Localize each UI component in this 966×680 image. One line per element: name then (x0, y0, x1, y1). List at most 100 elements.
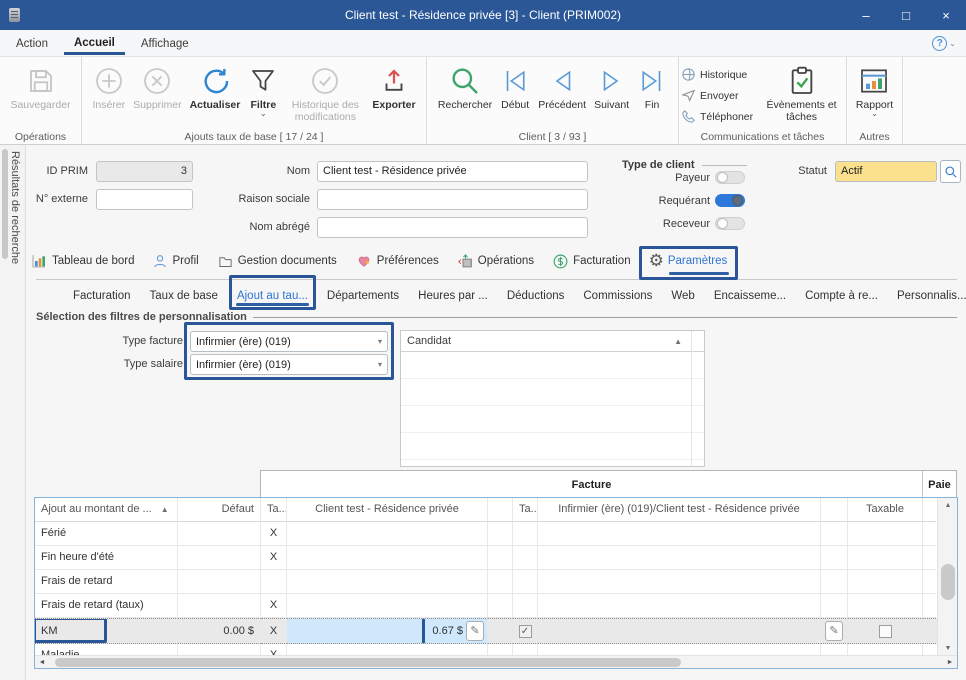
taxe-checkbox-checked[interactable]: ✓ (519, 625, 532, 638)
subtab-commissions[interactable]: Commissions (582, 288, 653, 304)
tab-parametres[interactable]: ⚙ Paramètres (647, 250, 730, 272)
send-link[interactable]: Envoyer (681, 85, 753, 106)
column-header-client[interactable]: Client test - Résidence privée (287, 498, 488, 522)
scroll-down-arrow[interactable]: ▼ (938, 641, 958, 656)
ribbon-group-operations: Sauvegarder Opérations (0, 57, 82, 144)
subtab-ajout-au-taux[interactable]: Ajout au tau... (236, 288, 309, 304)
delete-button[interactable]: Supprimer (129, 60, 185, 114)
vertical-scroll-thumb[interactable] (941, 564, 955, 600)
candidat-list[interactable]: Candidat ▲ (400, 330, 705, 467)
tab-gestion-documents[interactable]: Gestion documents (215, 251, 339, 272)
edit-rate-button[interactable]: ✎ (466, 621, 484, 641)
km-taxable-cell[interactable] (848, 618, 923, 644)
group-caption-communications: Communications et tâches (679, 131, 846, 143)
column-header-ajout[interactable]: Ajout au montant de ... ▲ (35, 498, 178, 522)
previous-record-button[interactable]: Précédent (534, 60, 590, 114)
main-tab-bar: Tableau de bord Profil Gestion documents… (28, 243, 729, 279)
subtab-departements[interactable]: Départements (326, 288, 400, 304)
edit-infirmier-rate-button[interactable]: ✎ (825, 621, 843, 641)
km-infirmier-cell[interactable] (538, 618, 821, 644)
km-client-rate-cell[interactable]: 0.67 $ ✎ (287, 618, 488, 644)
ribbon-tab-action[interactable]: Action (6, 33, 58, 53)
insert-button[interactable]: Insérer (88, 60, 129, 114)
search-results-panel-tab[interactable]: Résultats de recherche (0, 145, 26, 680)
tab-tableau-de-bord[interactable]: Tableau de bord (28, 250, 136, 272)
column-header-taxable[interactable]: Taxable (848, 498, 923, 522)
statut-lookup-button[interactable] (940, 160, 961, 183)
column-header-spacer (923, 498, 936, 522)
toggle-knob (717, 218, 728, 229)
minimize-button[interactable]: – (846, 0, 886, 30)
filter-button[interactable]: Filtre ⌄ (244, 60, 282, 119)
report-icon (858, 63, 890, 99)
column-header-defaut[interactable]: Défaut (178, 498, 261, 522)
numero-externe-field[interactable] (96, 189, 193, 210)
help-button[interactable]: ? ⌄ (932, 36, 956, 51)
export-button[interactable]: Exporter (368, 60, 419, 114)
tab-operations[interactable]: Opérations (455, 250, 536, 272)
km-edit2-cell[interactable]: ✎ (821, 618, 848, 644)
scroll-up-arrow[interactable]: ▲ (938, 498, 958, 513)
ribbon-tab-accueil[interactable]: Accueil (64, 32, 125, 55)
type-salaire-combo[interactable]: Infirmier (ère) (019) ▾ (190, 354, 388, 375)
subtab-personnalisation[interactable]: Personnalis... (896, 288, 966, 304)
list-item (401, 379, 704, 406)
subtab-deductions[interactable]: Déductions (506, 288, 566, 304)
table-row[interactable]: Férié X (35, 522, 957, 546)
subtab-heures-par[interactable]: Heures par ... (417, 288, 489, 304)
subtab-web[interactable]: Web (670, 288, 695, 304)
save-button[interactable]: Sauvegarder (6, 60, 74, 114)
history-link[interactable]: Historique (681, 64, 753, 85)
search-button[interactable]: Rechercher (434, 60, 496, 114)
history-modifications-button[interactable]: Historique des modifications (282, 60, 368, 126)
nom-field[interactable]: Client test - Résidence privée (317, 161, 588, 182)
candidat-list-header[interactable]: Candidat ▲ (401, 331, 704, 352)
column-header-taxe2[interactable]: Ta... (513, 498, 538, 522)
maximize-button[interactable]: □ (886, 0, 926, 30)
next-record-button[interactable]: Suivant (590, 60, 633, 114)
payeur-toggle[interactable] (715, 171, 745, 184)
table-row[interactable]: Frais de retard (35, 570, 957, 594)
grid-vertical-scrollbar[interactable]: ▲ ▼ (937, 498, 957, 656)
type-facture-combo[interactable]: Infirmier (ère) (019) ▾ (190, 331, 388, 352)
subtab-compte-a-recevoir[interactable]: Compte à re... (804, 288, 879, 304)
tab-facturation[interactable]: Facturation (550, 250, 633, 273)
km-label-cell[interactable]: KM (35, 618, 178, 644)
list-item (401, 352, 704, 379)
column-header-taxe1[interactable]: Ta... (261, 498, 287, 522)
nom-abrege-field[interactable] (317, 217, 588, 238)
horizontal-scroll-thumb[interactable] (55, 658, 681, 667)
chevron-down-icon: ⌄ (871, 111, 878, 116)
id-prim-label: ID PRIM (36, 165, 88, 177)
km-taxe1-cell[interactable]: X (261, 618, 287, 644)
refresh-button[interactable]: Actualiser (186, 60, 245, 114)
receveur-toggle[interactable] (715, 217, 745, 230)
scroll-right-arrow[interactable]: ► (943, 656, 957, 669)
last-record-button[interactable]: Fin (633, 60, 671, 114)
table-row-selected-km[interactable]: KM 0.00 $ X 0.67 $ ✎ ✓ ✎ (35, 618, 957, 644)
requerant-toggle[interactable] (715, 194, 745, 207)
km-taxe2-cell[interactable]: ✓ (513, 618, 538, 644)
dollar-icon (552, 253, 569, 270)
report-button[interactable]: Rapport ⌄ (852, 60, 897, 119)
phone-link[interactable]: Téléphoner (681, 106, 753, 127)
close-button[interactable]: × (926, 0, 966, 30)
taxable-checkbox-unchecked[interactable] (879, 625, 892, 638)
first-record-button[interactable]: Début (496, 60, 534, 114)
events-tasks-button[interactable]: Évènements et tâches (759, 60, 844, 126)
statut-field[interactable]: Actif (835, 161, 937, 182)
table-row[interactable]: Fin heure d'été X (35, 546, 957, 570)
raison-sociale-field[interactable] (317, 189, 588, 210)
scroll-left-arrow[interactable]: ◄ (35, 656, 49, 669)
column-header-infirmier-client[interactable]: Infirmier (ère) (019)/Client test - Rési… (538, 498, 821, 522)
tab-preferences[interactable]: Préférences (353, 250, 441, 272)
table-row[interactable]: Frais de retard (taux) X (35, 594, 957, 618)
subtab-taux-de-base[interactable]: Taux de base (149, 288, 219, 304)
tab-profil[interactable]: Profil (150, 250, 200, 272)
subtab-facturation[interactable]: Facturation (72, 288, 132, 304)
grid-horizontal-scrollbar[interactable]: ◄ ► (35, 655, 957, 668)
subtab-encaissement[interactable]: Encaisseme... (713, 288, 787, 304)
km-defaut-cell[interactable]: 0.00 $ (178, 618, 261, 644)
ribbon-tab-affichage[interactable]: Affichage (131, 33, 199, 53)
ribbon-group-ajouts: Insérer Supprimer Actualiser (82, 57, 427, 144)
